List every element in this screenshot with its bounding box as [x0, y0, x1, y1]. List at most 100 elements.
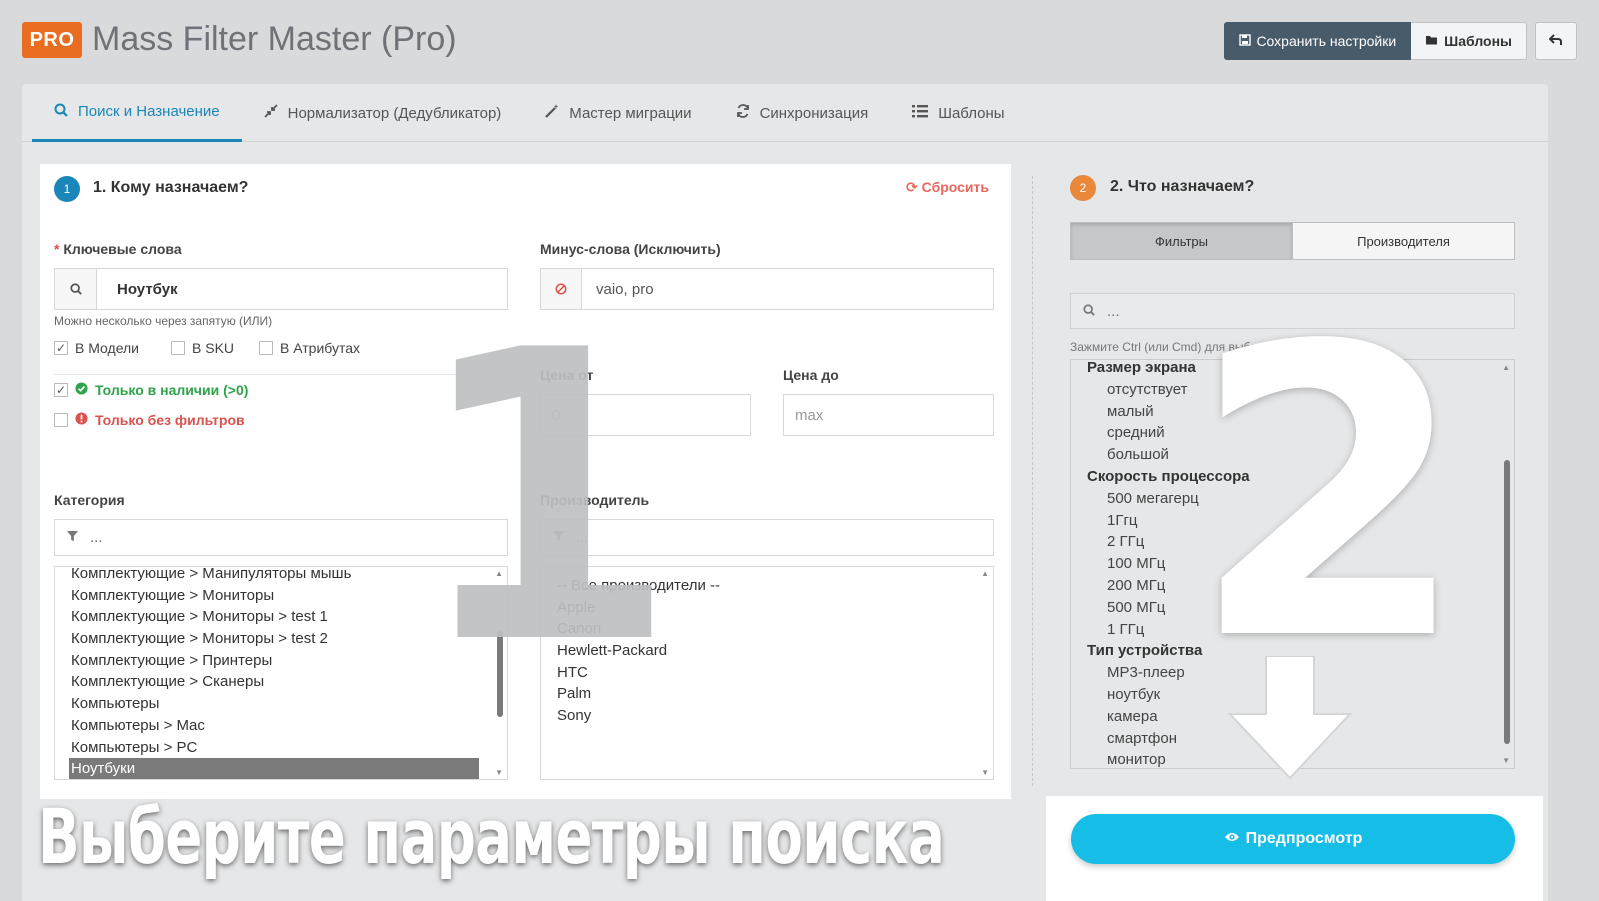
keywords-field[interactable]: Ноутбук: [54, 268, 508, 310]
minus-words-label: Минус-слова (Исключить): [540, 241, 721, 257]
filters-toggle[interactable]: Фильтры: [1071, 223, 1292, 259]
header: PRO Mass Filter Master (Pro) Сохранить н…: [22, 18, 1577, 64]
scrollbar-thumb[interactable]: [1504, 460, 1510, 744]
minus-words-field[interactable]: vaio, pro: [540, 268, 994, 310]
filter-option[interactable]: большой: [1071, 444, 1514, 466]
who-assign-panel: 1 1. Кому назначаем? ⟳ Сбросить * Ключев…: [40, 164, 1011, 799]
back-button[interactable]: [1535, 22, 1577, 60]
list-item[interactable]: HTC: [541, 662, 993, 684]
in-model-checkbox[interactable]: ✓ В Модели: [54, 340, 139, 356]
filter-option[interactable]: отсутствует: [1071, 379, 1514, 401]
price-from-field[interactable]: 0: [540, 394, 751, 436]
filter-option[interactable]: 1 ГГц: [1071, 619, 1514, 641]
list-item[interactable]: Комплектующие > Мониторы: [55, 585, 507, 607]
save-settings-button[interactable]: Сохранить настройки: [1224, 22, 1412, 60]
tab-label: Мастер миграции: [569, 104, 692, 122]
list-item[interactable]: Комплектующие > Манипуляторы мышь: [55, 567, 507, 585]
category-filter-input[interactable]: ...: [54, 519, 508, 556]
tab-sync[interactable]: Синхронизация: [714, 84, 891, 142]
in-attributes-checkbox[interactable]: В Атрибутах: [259, 340, 360, 356]
preview-area: Предпросмотр: [1046, 796, 1543, 901]
filter-search-input[interactable]: ...: [1070, 293, 1515, 329]
checkbox-label: В Атрибутах: [280, 340, 361, 356]
refresh-icon: ⟳: [906, 179, 918, 195]
checkbox-label: Только в наличии (>0): [95, 382, 249, 398]
checkbox-checked: ✓: [54, 383, 68, 397]
divider: [54, 374, 508, 375]
search-icon: [55, 269, 97, 309]
exclamation-circle-icon: [75, 412, 88, 428]
preview-button[interactable]: Предпросмотр: [1071, 814, 1515, 864]
list-item[interactable]: Apple: [541, 597, 993, 619]
list-item[interactable]: Palm: [541, 683, 993, 705]
manufacturer-filter-input[interactable]: ...: [540, 519, 994, 556]
list-item[interactable]: -- Все производители --: [541, 575, 993, 597]
reset-link[interactable]: ⟳ Сбросить: [906, 179, 989, 196]
scroll-up-arrow[interactable]: ▲: [495, 569, 503, 578]
check-circle-icon: [75, 382, 88, 398]
list-item[interactable]: Canon: [541, 618, 993, 640]
price-to-placeholder: max: [795, 406, 824, 424]
filter-group: Размер экрана: [1087, 359, 1196, 376]
filter-option[interactable]: средний: [1071, 422, 1514, 444]
filter-group: Скорость процессора: [1087, 467, 1250, 485]
tab-migration[interactable]: Мастер миграции: [523, 84, 713, 142]
price-from-label: Цена от: [540, 367, 594, 383]
tab-search-assign[interactable]: Поиск и Назначение: [32, 84, 242, 142]
keywords-label: * Ключевые слова: [54, 241, 182, 257]
checkbox-label: В Модели: [75, 340, 140, 356]
scroll-up-arrow[interactable]: ▲: [981, 569, 989, 578]
manufacturers-toggle[interactable]: Производителя: [1292, 223, 1514, 259]
assign-type-toggle: Фильтры Производителя: [1070, 222, 1515, 260]
list-icon: [912, 104, 929, 122]
tab-templates[interactable]: Шаблоны: [890, 84, 1026, 142]
checkbox-unchecked: [171, 341, 185, 355]
folder-icon: [1425, 33, 1439, 49]
tutorial-caption: Выберите параметры поиска: [38, 792, 945, 881]
undo-icon: [1548, 33, 1563, 49]
list-item[interactable]: Комплектующие > Мониторы > test 1: [55, 606, 507, 628]
scroll-down-arrow[interactable]: ▼: [495, 768, 503, 777]
list-item[interactable]: Компьютеры > Mac: [55, 715, 507, 737]
scroll-down-arrow[interactable]: ▼: [981, 768, 989, 777]
category-list[interactable]: Комплектующие > Манипуляторы мышь Компле…: [54, 566, 508, 780]
scroll-down-arrow[interactable]: ▼: [1502, 756, 1510, 765]
list-item[interactable]: Компьютеры: [55, 693, 507, 715]
price-to-field[interactable]: max: [783, 394, 994, 436]
filter-icon: [553, 529, 564, 546]
manufacturer-label: Производитель: [540, 492, 650, 508]
filter-option[interactable]: 2 ГГц: [1071, 531, 1514, 553]
list-item[interactable]: Hewlett-Packard: [541, 640, 993, 662]
floppy-icon: [1239, 33, 1252, 49]
category-items: Комплектующие > Манипуляторы мышь Компле…: [55, 567, 507, 779]
list-item[interactable]: Комплектующие > Мониторы > test 2: [55, 628, 507, 650]
checkbox-checked: ✓: [54, 341, 68, 355]
reset-label: Сбросить: [921, 179, 989, 195]
search-icon: [54, 103, 68, 121]
list-item[interactable]: Sony: [541, 705, 993, 727]
tab-normalizer[interactable]: Нормализатор (Дедубликатор): [242, 84, 524, 142]
in-sku-checkbox[interactable]: В SKU: [171, 340, 234, 356]
filter-option[interactable]: 200 МГц: [1071, 575, 1514, 597]
filter-option[interactable]: 1Ггц: [1071, 510, 1514, 532]
no-filters-checkbox[interactable]: Только без фильтров: [54, 412, 245, 428]
scroll-up-arrow[interactable]: ▲: [1502, 363, 1510, 372]
filter-option[interactable]: малый: [1071, 401, 1514, 423]
refresh-icon: [736, 104, 750, 122]
eye-icon: [1224, 830, 1240, 848]
filter-option[interactable]: 100 МГц: [1071, 553, 1514, 575]
filter-option[interactable]: 500 МГц: [1071, 597, 1514, 619]
in-stock-checkbox[interactable]: ✓ Только в наличии (>0): [54, 382, 248, 398]
filter-search-placeholder: ...: [1107, 302, 1120, 320]
list-item[interactable]: Комплектующие > Сканеры: [55, 671, 507, 693]
panel-separator: [1032, 176, 1033, 786]
list-item-selected[interactable]: Ноутбуки: [69, 758, 479, 779]
filter-option[interactable]: 500 мегагерц: [1071, 488, 1514, 510]
manufacturer-list[interactable]: -- Все производители -- Apple Canon Hewl…: [540, 566, 994, 780]
section-title: 2. Что назначаем?: [1110, 178, 1255, 195]
magic-wand-icon: [545, 104, 559, 122]
templates-button[interactable]: Шаблоны: [1411, 22, 1527, 60]
scrollbar-thumb[interactable]: [497, 631, 503, 717]
list-item[interactable]: Комплектующие > Принтеры: [55, 650, 507, 672]
list-item[interactable]: Компьютеры > PC: [55, 737, 507, 759]
